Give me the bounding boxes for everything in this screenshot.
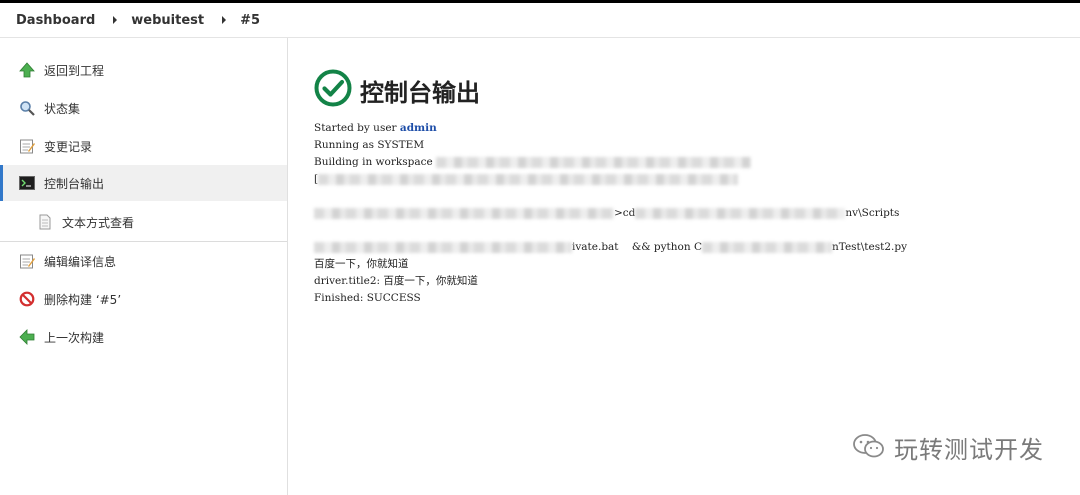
up-arrow-icon <box>18 61 36 79</box>
sidebar-item-label: 状态集 <box>44 101 81 116</box>
page-title: 控制台输出 <box>360 78 480 107</box>
sidebar-item-label: 控制台输出 <box>44 176 105 191</box>
document-icon <box>36 213 54 231</box>
chevron-right-icon[interactable] <box>222 16 227 24</box>
breadcrumb-job[interactable]: webuitest <box>131 13 204 28</box>
breadcrumb-dashboard[interactable]: Dashboard <box>16 13 95 28</box>
sidebar-item-label: 返回到工程 <box>44 63 105 78</box>
left-arrow-icon <box>18 328 36 346</box>
sidebar-divider <box>0 241 287 242</box>
redacted-text <box>635 207 846 219</box>
no-entry-icon <box>18 290 36 308</box>
redacted-text <box>702 241 832 253</box>
sidebar: 返回到工程 状态集 变更记录 控制台输出 文本方式查看 编辑编译信息 删除构建 … <box>0 38 288 495</box>
page-heading: 控制台输出 <box>314 69 1054 111</box>
sidebar-item-delete-build[interactable]: 删除构建 ‘#5’ <box>0 281 287 317</box>
console-line: Finished: SUCCESS <box>314 290 1054 307</box>
console-line: Building in workspace <box>314 154 1054 171</box>
sidebar-item-previous-build[interactable]: 上一次构建 <box>0 319 287 355</box>
console-text: nTest\test2.py <box>832 241 908 253</box>
sidebar-item-label: 文本方式查看 <box>62 215 135 230</box>
console-line: [ <box>314 171 1054 188</box>
sidebar-item-label: 上一次构建 <box>44 330 105 345</box>
console-line: 百度一下，你就知道 <box>314 256 1054 273</box>
console-text: Finished: SUCCESS <box>314 292 421 304</box>
console-text: nv\Scripts <box>845 207 900 219</box>
success-check-icon <box>314 69 352 111</box>
sidebar-item-console-output[interactable]: 控制台输出 <box>0 165 287 201</box>
console-text: driver.title2: 百度一下，你就知道 <box>314 275 478 287</box>
console-text: Building in workspace <box>314 156 437 168</box>
console-text: >cd <box>614 207 636 219</box>
notepad-icon <box>18 137 36 155</box>
watermark-text: 玩转测试开发 <box>894 436 1044 464</box>
console-output: Started by user admin Running as SYSTEM … <box>314 120 1054 307</box>
user-link[interactable]: admin <box>400 122 437 134</box>
console-text: Started by user <box>314 122 400 134</box>
search-icon <box>18 99 36 117</box>
main-content: 控制台输出 <box>314 69 1054 111</box>
redacted-text <box>314 241 572 253</box>
wechat-icon <box>852 432 886 464</box>
redacted-text <box>436 156 752 168</box>
console-line: ivate.bat && python C nTest\test2.py <box>314 239 1054 256</box>
watermark: 玩转测试开发 <box>852 430 1044 465</box>
sidebar-item-label: 编辑编译信息 <box>44 254 117 269</box>
breadcrumb-bar: Dashboard webuitest #5 <box>0 0 1080 38</box>
notepad-icon <box>18 252 36 270</box>
console-text: ivate.bat && python C <box>572 241 702 253</box>
console-line: >cd nv\Scripts <box>314 205 1054 222</box>
sidebar-item-label: 变更记录 <box>44 139 93 154</box>
chevron-right-icon[interactable] <box>113 16 118 24</box>
console-line: Running as SYSTEM <box>314 137 1054 154</box>
sidebar-item-edit-build-info[interactable]: 编辑编译信息 <box>0 243 287 279</box>
console-text: 百度一下，你就知道 <box>314 258 409 270</box>
console-line: Started by user admin <box>314 120 1054 137</box>
sidebar-item-plain-text[interactable]: 文本方式查看 <box>0 204 287 240</box>
console-line: driver.title2: 百度一下，你就知道 <box>314 273 1054 290</box>
redacted-text <box>318 173 739 185</box>
console-text: Running as SYSTEM <box>314 139 425 151</box>
breadcrumb-build[interactable]: #5 <box>240 13 260 28</box>
sidebar-item-label: 删除构建 ‘#5’ <box>44 292 122 307</box>
terminal-icon <box>18 174 36 192</box>
redacted-text <box>314 207 614 219</box>
sidebar-item-back-to-project[interactable]: 返回到工程 <box>0 52 287 88</box>
sidebar-item-status[interactable]: 状态集 <box>0 90 287 126</box>
sidebar-item-changes[interactable]: 变更记录 <box>0 128 287 164</box>
